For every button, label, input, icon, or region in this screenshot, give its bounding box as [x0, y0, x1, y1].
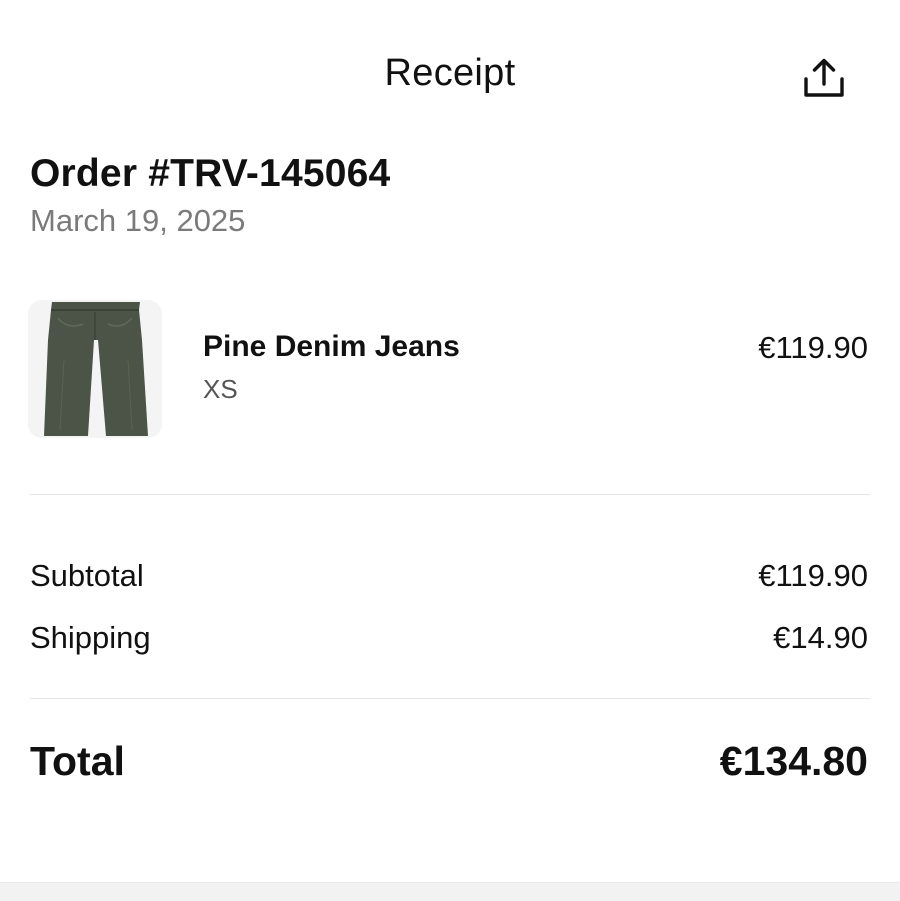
order-number: Order #TRV-145064	[30, 152, 391, 195]
header-bar: Receipt	[0, 0, 900, 150]
total-row: Total €134.80	[30, 738, 868, 790]
total-value: €134.80	[719, 738, 868, 784]
share-button[interactable]	[798, 52, 850, 104]
shipping-label: Shipping	[30, 620, 151, 655]
share-icon	[804, 58, 844, 97]
jeans-image	[28, 300, 162, 438]
order-item[interactable]: Pine Denim Jeans XS €119.90	[28, 300, 870, 440]
bottom-bar	[0, 882, 900, 901]
divider	[30, 698, 870, 699]
item-price: €119.90	[758, 330, 868, 365]
subtotal-row: Subtotal €119.90	[30, 558, 868, 598]
order-date: March 19, 2025	[30, 203, 246, 238]
divider	[30, 494, 870, 495]
shipping-value: €14.90	[773, 620, 868, 655]
subtotal-label: Subtotal	[30, 558, 144, 593]
total-label: Total	[30, 738, 125, 784]
item-size: XS	[203, 374, 238, 404]
shipping-row: Shipping €14.90	[30, 620, 868, 660]
subtotal-value: €119.90	[758, 558, 868, 593]
item-name: Pine Denim Jeans	[203, 330, 460, 363]
page-title: Receipt	[384, 52, 516, 94]
item-thumbnail	[28, 300, 162, 438]
